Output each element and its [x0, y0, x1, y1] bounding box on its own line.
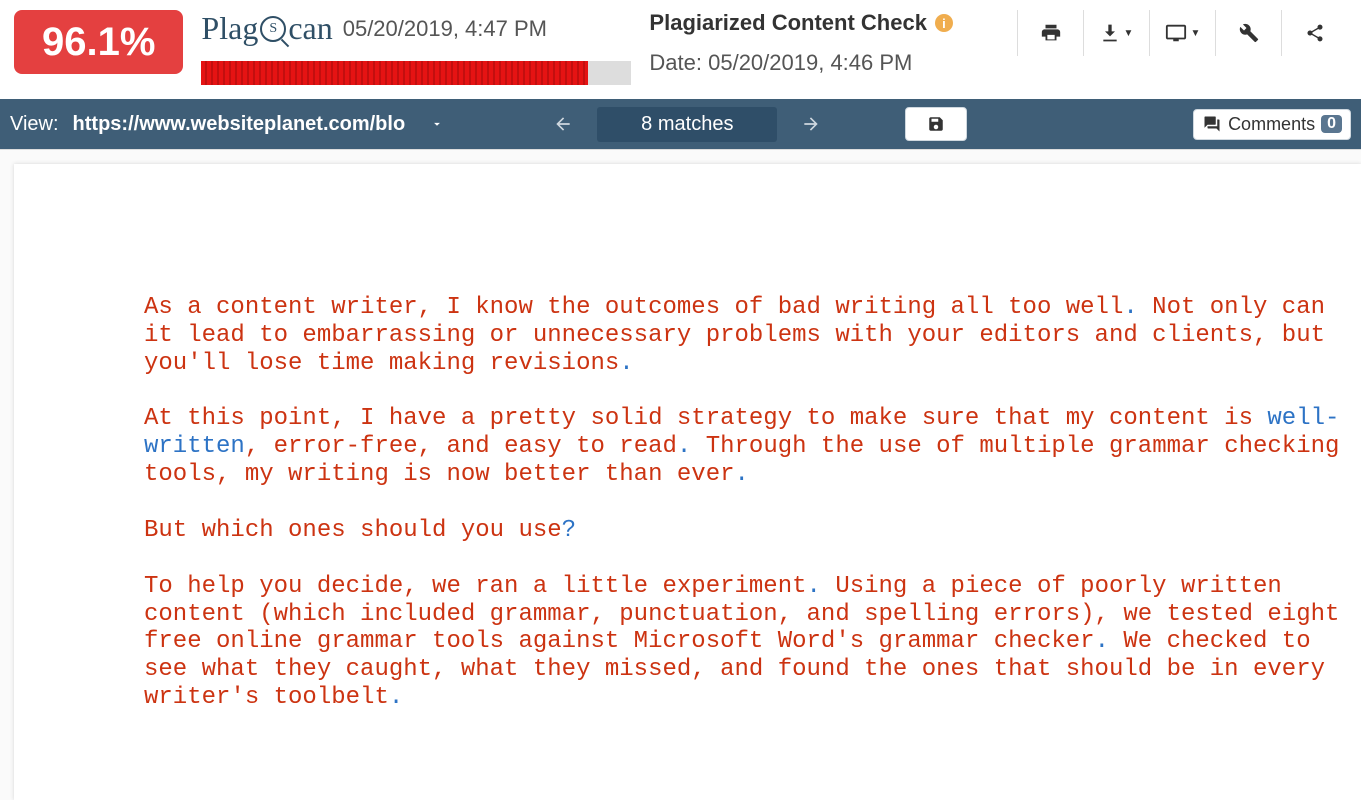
arrow-left-icon [553, 114, 573, 134]
settings-button[interactable] [1215, 10, 1281, 56]
period: . [807, 573, 821, 600]
comments-icon [1202, 115, 1222, 133]
display-button[interactable]: ▼ [1149, 10, 1215, 56]
period: . [735, 461, 749, 488]
icon-toolbar: ▼ ▼ [1017, 10, 1347, 56]
title-block: Plagiarized Content Check i Date: 05/20/… [649, 10, 999, 76]
caret-down-icon: ▼ [1124, 28, 1134, 39]
paragraph-1: As a content writer, I know the outcomes… [144, 294, 1353, 377]
next-match-button[interactable] [791, 105, 831, 143]
prev-match-button[interactable] [543, 105, 583, 143]
matches-count[interactable]: 8 matches [597, 107, 777, 142]
paragraph-2: At this point, I have a pretty solid str… [144, 405, 1353, 488]
plagiarism-percentage: 96.1% [14, 10, 183, 74]
progress-bar [201, 61, 631, 85]
logo-prefix: Plag [201, 10, 258, 47]
logo-progress-block: Plag S can 05/20/2019, 4:47 PM [201, 10, 631, 85]
header-row: 96.1% Plag S can 05/20/2019, 4:47 PM Pla… [0, 0, 1361, 99]
print-icon [1040, 22, 1062, 44]
download-icon [1100, 23, 1120, 43]
period: . [1123, 294, 1137, 321]
period: . [389, 684, 403, 711]
magnifier-icon: S [260, 16, 286, 42]
plagscan-logo: Plag S can [201, 10, 332, 47]
period: . [1095, 628, 1109, 655]
period: . [619, 350, 633, 377]
share-icon [1305, 23, 1325, 43]
period: . [677, 433, 691, 460]
logo-suffix: can [288, 10, 332, 47]
comments-label: Comments [1228, 114, 1315, 135]
view-label: View: [10, 113, 59, 136]
wrench-icon [1239, 23, 1259, 43]
question-mark: ? [562, 517, 576, 544]
header-timestamp: 05/20/2019, 4:47 PM [343, 16, 547, 42]
document-date: Date: 05/20/2019, 4:46 PM [649, 50, 999, 76]
document-page: As a content writer, I know the outcomes… [14, 164, 1361, 800]
paragraph-4: To help you decide, we ran a little expe… [144, 573, 1353, 712]
comments-button[interactable]: Comments 0 [1193, 109, 1351, 140]
view-toolbar: View: https://www.websiteplanet.com/blo … [0, 99, 1361, 149]
chevron-down-icon [427, 117, 447, 131]
document-title: Plagiarized Content Check [649, 10, 927, 36]
monitor-icon [1165, 22, 1187, 44]
caret-down-icon: ▼ [1191, 28, 1201, 39]
url-dropdown-toggle[interactable] [419, 117, 455, 131]
save-button[interactable] [905, 107, 967, 141]
info-icon[interactable]: i [935, 14, 953, 32]
paragraph-3: But which ones should you use? [144, 517, 1353, 545]
download-button[interactable]: ▼ [1083, 10, 1149, 56]
document-container: As a content writer, I know the outcomes… [0, 149, 1361, 800]
print-button[interactable] [1017, 10, 1083, 56]
arrow-right-icon [801, 114, 821, 134]
view-url: https://www.websiteplanet.com/blo [73, 113, 406, 136]
save-icon [927, 115, 945, 133]
comments-count-badge: 0 [1321, 115, 1342, 133]
share-button[interactable] [1281, 10, 1347, 56]
progress-fill [201, 61, 588, 85]
